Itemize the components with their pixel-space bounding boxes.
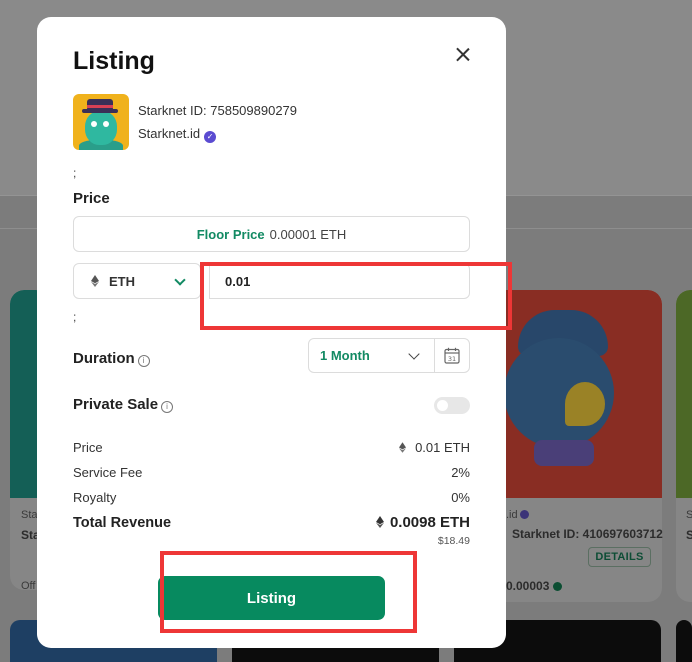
service-fee-label: Service Fee: [73, 465, 143, 480]
currency-icon: [553, 582, 563, 591]
highlight-box-listing-button: [160, 551, 417, 633]
verified-icon: [519, 510, 529, 519]
chevron-down-icon: [408, 348, 420, 360]
duration-label: Duration i: [73, 350, 150, 367]
nft-avatar: [73, 94, 129, 150]
summary-price-value: 0.01 ETH: [399, 440, 470, 455]
private-sale-label: Private Sale i: [73, 396, 174, 413]
calendar-button[interactable]: 31: [434, 338, 470, 373]
verified-badge-icon: ✓: [204, 131, 217, 143]
royalty-value: 0%: [451, 490, 470, 505]
details-button[interactable]: DETAILS: [588, 547, 651, 567]
calendar-icon: 31: [444, 347, 460, 364]
stray-separator: ;: [73, 310, 77, 324]
nft-card-image: [676, 290, 692, 498]
avatar-face-shape: [85, 111, 117, 145]
card-collection: S: [686, 509, 692, 521]
info-icon[interactable]: i: [137, 355, 150, 367]
service-fee-value: 2%: [451, 465, 470, 480]
highlight-box-price-input: [200, 262, 512, 330]
royalty-label: Royalty: [73, 490, 117, 505]
avatar-eye-shape: [103, 121, 109, 127]
card-price: 0.00003: [506, 579, 563, 593]
bird-beak-shape: [565, 382, 605, 426]
floor-price-label: Floor Price: [196, 226, 265, 242]
avatar-eye-shape: [91, 121, 97, 127]
card-collection: .id: [506, 509, 529, 521]
floor-price-box: Floor Price 0.00001 ETH: [73, 216, 470, 252]
total-revenue-label: Total Revenue: [73, 515, 172, 531]
bird-bow-shape: [534, 440, 594, 466]
info-icon[interactable]: i: [161, 401, 174, 413]
card-offer: Off: [21, 580, 36, 592]
currency-value: ETH: [109, 273, 135, 289]
ethereum-icon: [399, 442, 407, 453]
nft-card[interactable]: [676, 290, 692, 602]
ethereum-icon: [91, 275, 99, 287]
avatar-hat-band-shape: [87, 105, 113, 108]
summary-price-label: Price: [73, 440, 103, 455]
private-sale-toggle[interactable]: [434, 397, 470, 414]
card-name: S: [686, 528, 692, 542]
toggle-knob: [437, 400, 448, 411]
collection-name: Starknet.id ✓: [138, 126, 217, 143]
total-revenue-usd: $18.49: [437, 535, 470, 547]
nft-id-text: Starknet ID: 758509890279: [138, 103, 298, 118]
modal-title: Listing: [73, 47, 155, 75]
ethereum-icon: [375, 516, 384, 528]
stray-separator: ;: [73, 166, 77, 180]
price-label: Price: [73, 190, 110, 207]
total-revenue-value: 0.0098 ETH: [375, 514, 470, 531]
chevron-down-icon: [174, 274, 186, 286]
duration-select[interactable]: 1 Month: [308, 338, 435, 373]
currency-select[interactable]: ETH: [73, 263, 201, 299]
floor-price-value: 0.00001 ETH: [269, 226, 347, 242]
svg-text:31: 31: [448, 355, 456, 363]
close-icon[interactable]: [451, 43, 475, 67]
duration-value: 1 Month: [320, 348, 370, 363]
nft-card-thumbnail[interactable]: [676, 620, 692, 662]
card-name: Starknet ID: 410697603712: [512, 527, 663, 541]
